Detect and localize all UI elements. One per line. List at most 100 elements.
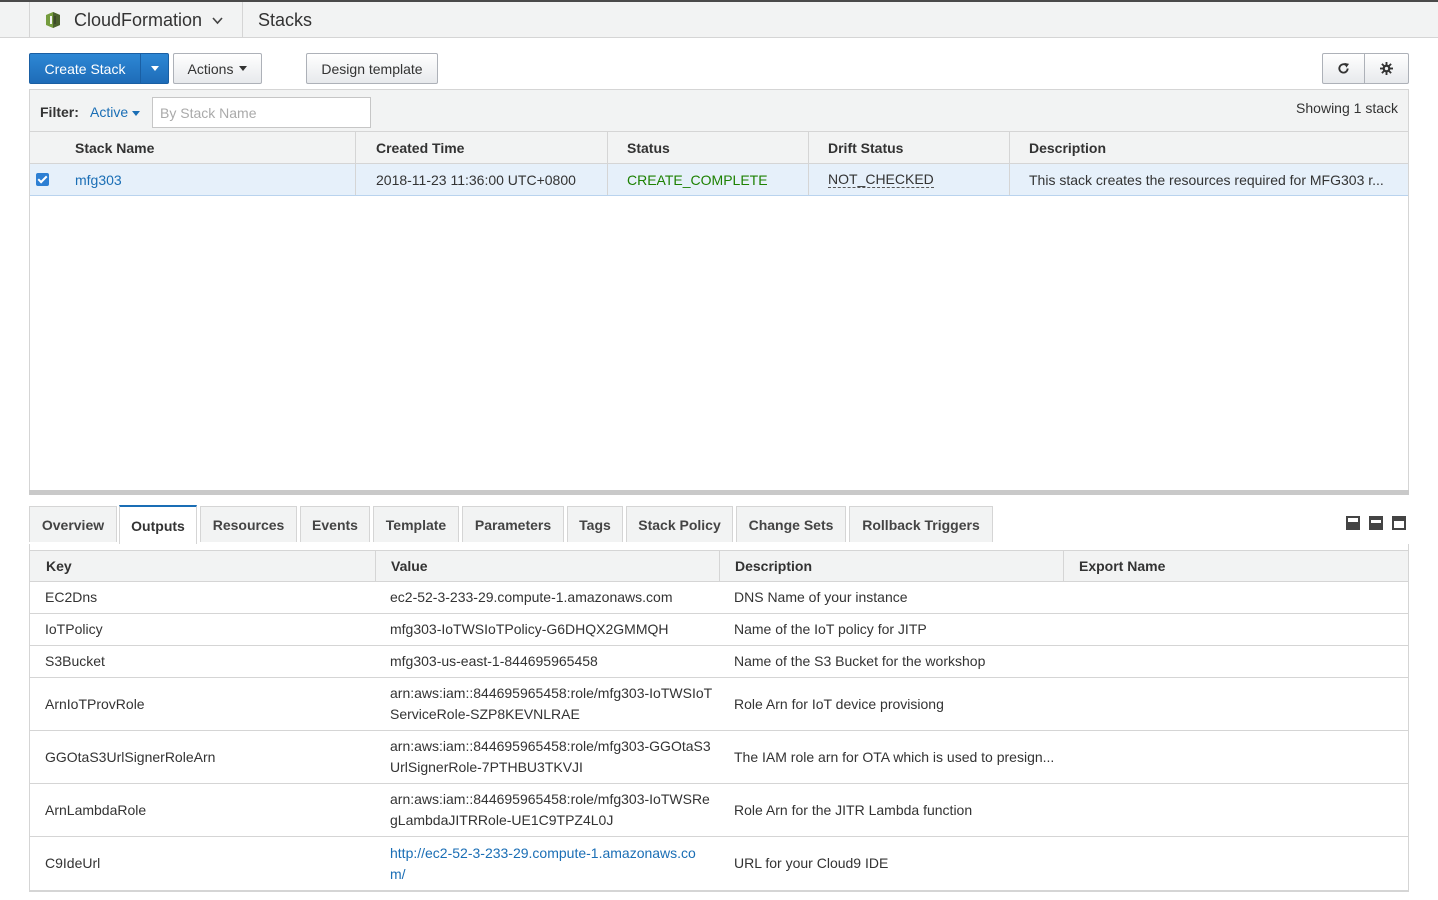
settings-button[interactable] [1364,53,1409,84]
output-row: C9IdeUrl http://ec2-52-3-233-29.compute-… [30,837,1408,891]
tab-events[interactable]: Events [300,506,370,542]
tab-change-sets[interactable]: Change Sets [736,506,846,542]
output-row: ArnIoTProvRole arn:aws:iam::844695965458… [30,678,1408,731]
stack-name-link[interactable]: mfg303 [55,164,355,195]
caret-down-icon [239,66,248,71]
output-key: ArnIoTProvRole [45,695,145,712]
stack-status: CREATE_COMPLETE [627,171,768,188]
output-value-text: mfg303-IoTWSIoTPolicy-G6DHQX2GMMQH [390,621,669,637]
outputs-table-header: Key Value Description Export Name [30,550,1408,582]
tab-stack-policy[interactable]: Stack Policy [626,506,733,542]
column-description[interactable]: Description [1009,132,1408,163]
output-value-line: arn:aws:iam::844695965458:role/mfg303-Io… [390,791,710,807]
output-key: ArnLambdaRole [45,801,147,818]
tab-template[interactable]: Template [373,506,459,542]
output-key: IoTPolicy [45,621,103,637]
output-value: arn:aws:iam::844695965458:role/mfg303-GG… [375,731,719,783]
column-status[interactable]: Status [607,132,808,163]
cloud9-url-link[interactable]: http://ec2-52-3-233-29.compute-1.amazona… [390,843,696,864]
output-row: GGOtaS3UrlSignerRoleArn arn:aws:iam::844… [30,731,1408,784]
stack-list-panel: Filter: Active Showing 1 stack Stack Nam… [29,89,1409,493]
filter-status-dropdown[interactable]: Active [90,104,141,120]
gear-icon [1380,62,1393,75]
output-row: EC2Dns ec2-52-3-233-29.compute-1.amazona… [30,582,1408,614]
layout-bottom-small-icon[interactable] [1346,516,1360,530]
output-value-text: mfg303-us-east-1-844695965458 [390,653,598,669]
actions-label: Actions [187,60,234,77]
actions-button[interactable]: Actions [173,53,262,84]
output-description: Role Arn for the JITR Lambda function [734,801,973,818]
filter-status-value: Active [90,104,129,120]
stack-description: This stack creates the resources require… [1029,171,1384,188]
output-description: Name of the IoT policy for JITP [734,621,927,637]
design-template-label: Design template [321,60,423,77]
output-value: http://ec2-52-3-233-29.compute-1.amazona… [375,837,719,890]
service-switcher[interactable]: CloudFormation [29,2,243,38]
refresh-icon [1338,62,1350,74]
panel-resize-handle[interactable] [29,490,1409,495]
output-key: S3Bucket [45,653,105,669]
tab-parameters[interactable]: Parameters [462,506,564,542]
column-export-name[interactable]: Export Name [1063,551,1408,581]
output-value: arn:aws:iam::844695965458:role/mfg303-Io… [375,784,719,836]
breadcrumb[interactable]: Stacks [258,2,312,38]
output-description: URL for your Cloud9 IDE [734,855,889,871]
layout-bottom-large-icon[interactable] [1392,516,1406,530]
output-value-line: UrlSignerRole-7PTHBU3TKVJI [390,759,583,775]
refresh-button[interactable] [1322,53,1365,84]
column-created-time[interactable]: Created Time [356,132,607,163]
output-key: EC2Dns [45,589,98,605]
output-value-line: arn:aws:iam::844695965458:role/mfg303-GG… [390,738,711,754]
output-row: S3Bucket mfg303-us-east-1-844695965458 N… [30,646,1408,678]
layout-bottom-medium-icon[interactable] [1369,516,1383,530]
tab-resources[interactable]: Resources [200,506,297,542]
cloudformation-logo-icon [46,12,60,28]
top-bar: CloudFormation Stacks [0,0,1438,38]
column-stack-name[interactable]: Stack Name [55,132,355,163]
output-description: The IAM role arn for OTA which is used t… [734,748,1055,765]
panel-layout-controls [1346,516,1406,530]
output-row: IoTPolicy mfg303-IoTWSIoTPolicy-G6DHQX2G… [30,614,1408,646]
tab-tags[interactable]: Tags [567,506,623,542]
output-key: C9IdeUrl [45,855,101,871]
caret-down-icon [150,66,159,71]
stack-row[interactable]: mfg303 2018-11-23 11:36:00 UTC+0800 CREA… [30,164,1408,196]
create-stack-dropdown-button[interactable] [140,53,169,84]
output-value: arn:aws:iam::844695965458:role/mfg303-Io… [375,678,719,730]
drift-status-cell: NOT_CHECKED [808,164,1009,195]
tab-outputs[interactable]: Outputs [119,505,197,544]
output-row: ArnLambdaRole arn:aws:iam::844695965458:… [30,784,1408,837]
output-value-text: ec2-52-3-233-29.compute-1.amazonaws.com [390,589,673,605]
outputs-table: Key Value Description Export Name EC2Dns… [29,544,1409,892]
column-drift-status[interactable]: Drift Status [808,132,1009,163]
output-key: GGOtaS3UrlSignerRoleArn [45,748,216,765]
cloud9-url-link-continued[interactable]: m/ [390,864,406,885]
output-value-line: ServiceRole-SZP8KEVNLRAE [390,706,580,722]
chevron-down-icon [212,13,223,28]
output-value: mfg303-IoTWSIoTPolicy-G6DHQX2GMMQH [375,614,719,645]
output-value-line: gLambdaJITRRole-UE1C9TPZ4L0J [390,812,614,828]
output-value-line: arn:aws:iam::844695965458:role/mfg303-Io… [390,685,713,701]
service-name: CloudFormation [74,9,203,30]
stack-created-time: 2018-11-23 11:36:00 UTC+0800 [376,171,576,188]
design-template-button[interactable]: Design template [306,53,438,84]
caret-down-icon [132,110,141,116]
stack-name-filter-input[interactable] [152,97,371,128]
create-stack-label: Create Stack [44,60,126,77]
create-stack-button[interactable]: Create Stack [29,53,141,84]
output-value: ec2-52-3-233-29.compute-1.amazonaws.com [375,582,719,613]
column-output-description[interactable]: Description [719,551,1063,581]
output-description: DNS Name of your instance [734,589,908,605]
filter-label: Filter: [40,104,79,120]
output-description: Role Arn for IoT device provisiong [734,695,944,712]
drift-status[interactable]: NOT_CHECKED [828,171,934,188]
column-value[interactable]: Value [375,551,719,581]
output-value: mfg303-us-east-1-844695965458 [375,646,719,677]
column-key[interactable]: Key [30,551,375,581]
stack-table-header: Stack Name Created Time Status Drift Sta… [30,132,1408,164]
row-checkbox[interactable] [36,173,49,186]
output-description: Name of the S3 Bucket for the workshop [734,653,986,669]
stack-count: Showing 1 stack [1296,100,1398,116]
tab-overview[interactable]: Overview [29,506,117,542]
tab-rollback-triggers[interactable]: Rollback Triggers [849,506,993,542]
